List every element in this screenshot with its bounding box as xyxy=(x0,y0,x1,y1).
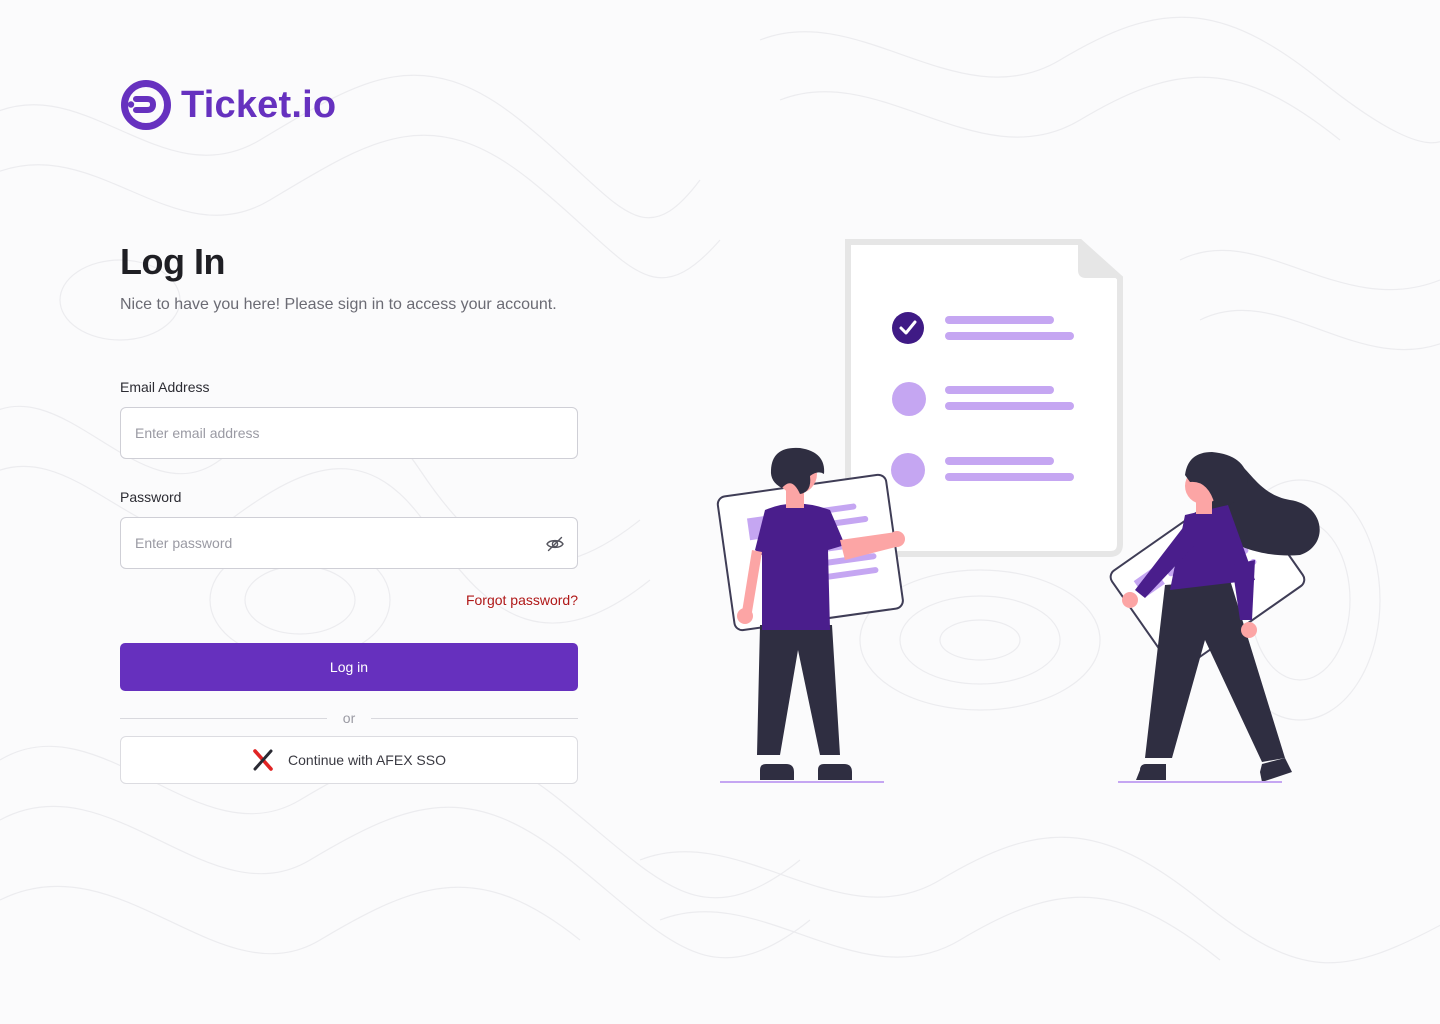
brand[interactable]: Ticket.io xyxy=(120,79,336,131)
page-subtitle: Nice to have you here! Please sign in to… xyxy=(120,296,557,313)
email-field-container xyxy=(120,407,578,459)
afex-x-icon xyxy=(253,749,273,771)
page-title: Log In xyxy=(120,241,225,282)
or-divider: or xyxy=(120,709,579,727)
brand-name: Ticket.io xyxy=(181,84,337,126)
login-button[interactable]: Log in xyxy=(120,643,578,691)
divider-line-left xyxy=(120,717,327,719)
sso-label: Continue with AFEX SSO xyxy=(288,752,446,768)
man-figure xyxy=(716,447,905,783)
password-label: Password xyxy=(120,489,182,505)
password-field-container xyxy=(120,517,578,569)
ticket-logo-icon xyxy=(121,80,171,130)
forgot-row: Forgot password? xyxy=(120,592,578,610)
woman-figure xyxy=(1109,452,1320,783)
checklist-illustration xyxy=(716,239,1320,783)
divider-label: or xyxy=(342,710,356,726)
forgot-password-link[interactable]: Forgot password? xyxy=(466,592,578,608)
checked-item-icon xyxy=(892,312,924,344)
divider-line-right xyxy=(371,717,579,719)
sso-button[interactable]: Continue with AFEX SSO xyxy=(120,736,578,784)
unchecked-item-icon xyxy=(892,382,926,416)
eye-slash-icon[interactable] xyxy=(545,534,565,554)
email-field[interactable] xyxy=(121,408,577,458)
password-field[interactable] xyxy=(121,518,577,568)
unchecked-item-icon xyxy=(891,453,925,487)
login-page: Ticket.io Log In Nice to have you here! … xyxy=(0,0,1440,1024)
login-form: Log In Nice to have you here! Please sig… xyxy=(120,240,579,784)
email-label: Email Address xyxy=(120,379,210,395)
